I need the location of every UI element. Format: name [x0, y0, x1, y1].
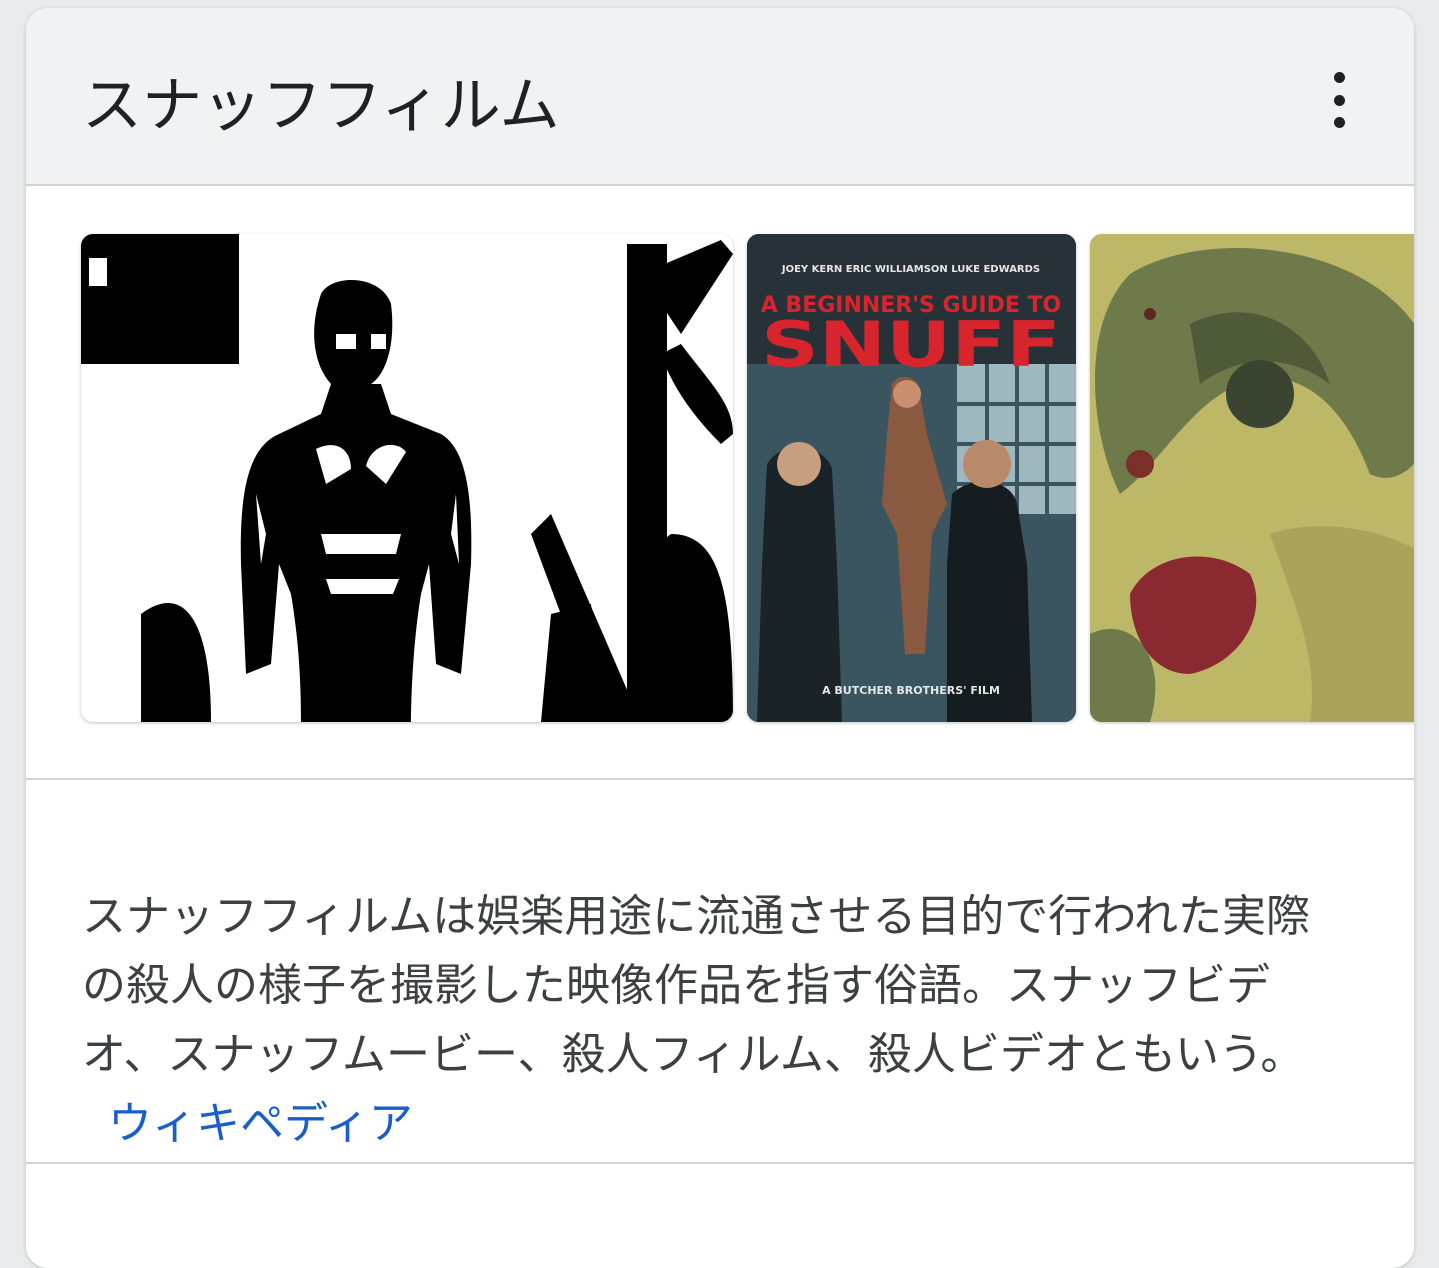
illustration-image	[1090, 234, 1414, 722]
image-thumbnail-illustration[interactable]	[1090, 234, 1414, 722]
image-thumbnail-poster[interactable]: JOEY KERN ERIC WILLIAMSON LUKE EDWARDS A…	[747, 234, 1076, 722]
poster-credit: A BUTCHER BROTHERS' FILM	[822, 684, 1000, 697]
panel-header: スナッフフィルム	[26, 8, 1414, 186]
panel-title: スナッフフィルム	[82, 71, 560, 141]
image-thumbnail-portrait[interactable]	[81, 234, 733, 722]
knowledge-panel: スナッフフィルム JOEY KERN ERIC WILLIAMSON LUKE …	[26, 8, 1414, 1268]
description-text: スナッフフィルムは娯楽用途に流通させる目的で行われた実際の殺人の様子を撮影した映…	[82, 891, 1311, 1080]
wikipedia-link[interactable]: ウィキペディア	[108, 1098, 413, 1149]
poster-title-line2: SNUFF	[761, 308, 1061, 381]
portrait-image	[81, 234, 733, 722]
divider	[26, 778, 1414, 780]
panel-description: スナッフフィルムは娯楽用途に流通させる目的で行われた実際の殺人の様子を撮影した映…	[82, 882, 1342, 1158]
divider	[26, 1162, 1414, 1164]
poster-cast: JOEY KERN ERIC WILLIAMSON LUKE EDWARDS	[781, 264, 1040, 275]
poster-image: JOEY KERN ERIC WILLIAMSON LUKE EDWARDS A…	[747, 234, 1076, 722]
more-vert-icon[interactable]	[1322, 72, 1356, 128]
image-carousel[interactable]: JOEY KERN ERIC WILLIAMSON LUKE EDWARDS A…	[26, 184, 1414, 778]
